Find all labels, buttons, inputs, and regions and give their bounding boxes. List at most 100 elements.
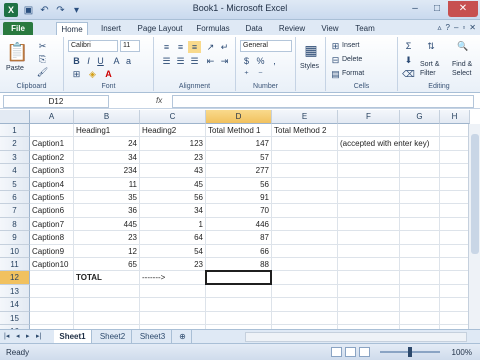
cell-f13[interactable] bbox=[338, 284, 400, 299]
cell-h15[interactable] bbox=[440, 311, 470, 325]
cell-c2[interactable]: 123 bbox=[140, 137, 206, 151]
cell-e11[interactable] bbox=[272, 258, 338, 272]
font-color-icon[interactable]: A bbox=[102, 68, 115, 80]
delete-button[interactable]: Delete bbox=[342, 56, 362, 63]
cell-f10[interactable] bbox=[338, 244, 400, 258]
cell-b12[interactable]: TOTAL bbox=[74, 271, 140, 285]
align-bottom-icon[interactable]: ≡ bbox=[188, 41, 201, 53]
decrease-indent-icon[interactable]: ⇤ bbox=[204, 55, 217, 67]
cell-c9[interactable]: 64 bbox=[140, 231, 206, 245]
column-header-c[interactable]: C bbox=[140, 110, 206, 124]
insert-sheet-icon[interactable]: ⊕ bbox=[174, 330, 192, 343]
cell-h14[interactable] bbox=[440, 298, 470, 312]
cell-a1[interactable] bbox=[30, 124, 74, 138]
column-header-g[interactable]: G bbox=[400, 110, 440, 124]
prev-sheet-icon[interactable]: ◂ bbox=[16, 332, 20, 340]
styles-button[interactable]: Styles bbox=[300, 63, 319, 70]
cell-g3[interactable] bbox=[400, 150, 440, 165]
cell-b6[interactable]: 35 bbox=[74, 191, 140, 205]
maximize-icon[interactable]: □ bbox=[426, 1, 448, 17]
cell-e13[interactable] bbox=[272, 284, 338, 299]
font-size-dropdown[interactable]: 11 bbox=[120, 40, 140, 52]
doc-close-icon[interactable]: ✕ bbox=[469, 23, 476, 32]
cell-d11[interactable]: 88 bbox=[206, 258, 272, 272]
select-all-corner[interactable] bbox=[0, 110, 30, 124]
cell-d14[interactable] bbox=[206, 298, 272, 312]
tab-file[interactable]: File bbox=[3, 22, 33, 35]
row-header-4[interactable]: 4 bbox=[0, 164, 30, 178]
doc-restore-icon[interactable]: ▫ bbox=[462, 23, 465, 32]
format-button[interactable]: Format bbox=[342, 70, 364, 77]
minimize-icon[interactable]: – bbox=[404, 1, 426, 17]
find-button[interactable]: Find & bbox=[452, 61, 472, 68]
cell-a10[interactable]: Caption9 bbox=[30, 244, 74, 258]
cell-f7[interactable] bbox=[338, 204, 400, 218]
percent-icon[interactable]: % bbox=[254, 55, 267, 67]
paste-button[interactable]: Paste bbox=[6, 65, 24, 72]
cell-g6[interactable] bbox=[400, 191, 440, 205]
column-header-d[interactable]: D bbox=[206, 110, 272, 124]
cell-c14[interactable] bbox=[140, 298, 206, 312]
cell-b10[interactable]: 12 bbox=[74, 244, 140, 258]
ribbon-minimize-icon[interactable]: ▵ bbox=[438, 23, 442, 32]
decrease-decimal-icon[interactable]: ⁻ bbox=[254, 68, 267, 80]
cell-d13[interactable] bbox=[206, 284, 272, 299]
column-header-b[interactable]: B bbox=[74, 110, 140, 124]
next-sheet-icon[interactable]: ▸ bbox=[26, 332, 30, 340]
cell-g9[interactable] bbox=[400, 231, 440, 245]
paste-icon[interactable]: 📋 bbox=[6, 41, 28, 63]
row-header-13[interactable]: 13 bbox=[0, 284, 30, 299]
cell-b15[interactable] bbox=[74, 311, 140, 325]
cell-a2[interactable]: Caption1 bbox=[30, 137, 74, 151]
cell-a3[interactable]: Caption2 bbox=[30, 150, 74, 165]
wrap-text-icon[interactable]: ↵ bbox=[218, 41, 231, 53]
cell-d15[interactable] bbox=[206, 311, 272, 325]
vertical-scrollbar[interactable] bbox=[468, 124, 480, 329]
cell-d6[interactable]: 91 bbox=[206, 191, 272, 205]
cell-a8[interactable]: Caption7 bbox=[30, 217, 74, 232]
find-select-icon[interactable]: 🔍 bbox=[456, 40, 470, 54]
row-header-7[interactable]: 7 bbox=[0, 204, 30, 218]
cell-e9[interactable] bbox=[272, 231, 338, 245]
row-header-8[interactable]: 8 bbox=[0, 217, 30, 232]
tab-home[interactable]: Home bbox=[56, 22, 88, 35]
cell-e1[interactable]: Total Method 2 bbox=[272, 124, 338, 138]
cell-c5[interactable]: 45 bbox=[140, 177, 206, 191]
autosum-icon[interactable]: Σ bbox=[402, 40, 415, 52]
align-left-icon[interactable]: ☰ bbox=[160, 55, 173, 67]
cell-h10[interactable] bbox=[440, 244, 470, 258]
increase-decimal-icon[interactable]: ⁺ bbox=[240, 68, 253, 80]
close-icon[interactable]: ✕ bbox=[448, 1, 478, 17]
cell-d10[interactable]: 66 bbox=[206, 244, 272, 258]
row-header-11[interactable]: 11 bbox=[0, 258, 30, 272]
merge-center-icon[interactable]: ⇥ bbox=[218, 55, 231, 67]
horizontal-scrollbar[interactable] bbox=[245, 332, 467, 342]
cell-f1[interactable] bbox=[338, 124, 400, 138]
cell-b2[interactable]: 24 bbox=[74, 137, 140, 151]
cell-h5[interactable] bbox=[440, 177, 470, 191]
clear-icon[interactable]: ⌫ bbox=[402, 68, 415, 80]
tab-data[interactable]: Data bbox=[240, 22, 268, 35]
row-header-1[interactable]: 1 bbox=[0, 124, 30, 138]
cell-d3[interactable]: 57 bbox=[206, 150, 272, 165]
cell-g7[interactable] bbox=[400, 204, 440, 218]
cell-h12[interactable] bbox=[440, 271, 470, 285]
cell-e8[interactable] bbox=[272, 217, 338, 232]
cell-e6[interactable] bbox=[272, 191, 338, 205]
doc-minimize-icon[interactable]: – bbox=[454, 23, 458, 32]
format-painter-icon[interactable]: 🖌 bbox=[36, 66, 49, 78]
cell-f15[interactable] bbox=[338, 311, 400, 325]
font-shrink-icon[interactable]: a bbox=[122, 55, 135, 67]
cell-h2[interactable] bbox=[440, 137, 470, 151]
cell-d2[interactable]: 147 bbox=[206, 137, 272, 151]
cell-a4[interactable]: Caption3 bbox=[30, 164, 74, 178]
cell-a6[interactable]: Caption5 bbox=[30, 191, 74, 205]
cell-b4[interactable]: 234 bbox=[74, 164, 140, 178]
cell-e3[interactable] bbox=[272, 150, 338, 165]
last-sheet-icon[interactable]: ▸| bbox=[36, 332, 41, 340]
cell-c10[interactable]: 54 bbox=[140, 244, 206, 258]
tab-review[interactable]: Review bbox=[274, 22, 310, 35]
cell-b7[interactable]: 36 bbox=[74, 204, 140, 218]
row-header-15[interactable]: 15 bbox=[0, 311, 30, 325]
sheet-tab-3[interactable]: Sheet3 bbox=[134, 330, 172, 343]
